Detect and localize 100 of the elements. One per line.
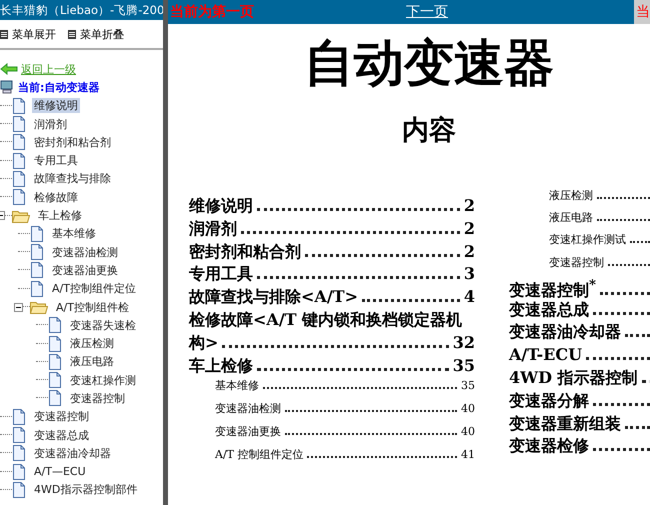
toc-entry-title: 专用工具 [189, 264, 253, 286]
page-number: 2 [464, 196, 475, 215]
document-icon [12, 134, 26, 150]
toc-entry-title: 变速器分解 [509, 390, 589, 412]
toc-entry-title: 车上检修 [189, 356, 253, 377]
dot-leader [593, 447, 650, 452]
dot-leader [625, 424, 650, 429]
dot-leader [597, 196, 650, 199]
toc-entry-title: 变速器总成 [509, 300, 589, 321]
document-icon [12, 482, 26, 498]
document-icon [12, 408, 26, 425]
dot-leader [593, 310, 650, 315]
dot-leader [586, 356, 650, 360]
document-icon [48, 354, 62, 370]
toc-entry-title: 构> [189, 332, 218, 354]
tree-item[interactable]: 变速器油检测 [50, 244, 120, 260]
tree-item[interactable]: 4WD指示器控制部件 [32, 482, 140, 498]
page-number: 2 [464, 218, 475, 238]
toc-entry-title: 变速器检修 [509, 436, 589, 458]
toc-entry-title: 变速器油更换 [215, 424, 281, 439]
tree-item[interactable]: A/T—ECU [32, 465, 88, 478]
toc-entry-title: 变速器控制$^{*}$ [509, 276, 596, 301]
toc-entry-title: 润滑剂 [189, 218, 237, 240]
tree-item[interactable]: 检修故障 [32, 190, 80, 205]
page-number: 35 [452, 356, 475, 375]
dot-leader [600, 291, 650, 296]
dot-leader [608, 262, 650, 266]
toc-entry-title: 变速器重新组装 [509, 414, 621, 435]
toc-entry-title: 检修故障<A/T 键内锁和换档锁定器机 [189, 310, 462, 331]
next-page-link[interactable]: 下一页 [406, 3, 448, 21]
document-icon [48, 317, 62, 334]
document-title: 自动变速器 [303, 32, 555, 94]
document-icon [30, 244, 44, 260]
expand-menu-button[interactable]: 菜单展开 [0, 26, 56, 42]
collapse-toggle[interactable] [14, 302, 23, 312]
toc-entry-title: 变速器油检测 [215, 401, 281, 416]
list-icon [68, 30, 76, 38]
tree-item[interactable]: 基本维修 [50, 226, 98, 242]
toc-entry-title: A/T 控制组件定位 [215, 446, 304, 462]
arrow-left-icon [0, 63, 18, 76]
toc-entry-title: 变速杠操作测试 [549, 232, 626, 248]
tree-item[interactable]: 变速器控制 [32, 409, 91, 424]
folder-icon [12, 208, 30, 223]
document-icon [12, 189, 26, 206]
dot-leader [630, 240, 650, 244]
tree-item[interactable]: 液压检测 [68, 336, 116, 352]
tree-item[interactable]: 变速杠操作测 [68, 372, 138, 388]
document-icon [30, 226, 44, 242]
toc-entry-title: 液压电路 [549, 210, 593, 226]
toc-entry-title: 变速器油冷却器 [509, 322, 621, 344]
toc-entry-title: 基本维修 [215, 378, 259, 394]
page-number: 40 [461, 402, 475, 416]
tree-item[interactable]: 密封剂和粘合剂 [32, 134, 113, 150]
dot-leader [597, 218, 650, 222]
page-number: 35 [461, 379, 475, 392]
page-number: 32 [452, 332, 475, 352]
back-link[interactable]: 返回上一级 [21, 62, 76, 77]
tree-item[interactable]: 维修说明 [32, 98, 80, 114]
page-number: 2 [464, 242, 475, 261]
toc-entry-title: 变速器控制 [549, 254, 604, 270]
toc-entry-title: 故障查找与排除<A/T> [189, 287, 358, 308]
document-icon [12, 116, 26, 132]
toc-entry-title: A/T-ECU [509, 345, 582, 364]
tree-item[interactable]: 专用工具 [32, 153, 80, 168]
tree-item[interactable]: 变速器油冷却器 [32, 446, 113, 461]
tree-item[interactable]: 变速器控制 [68, 390, 127, 406]
page-status: 当 [634, 0, 650, 24]
document-icon [12, 170, 26, 187]
dot-leader [625, 333, 650, 338]
toc-entry-title: 液压检测 [549, 188, 593, 203]
document-icon [30, 280, 44, 297]
current-section-label: 当前:自动变速器 [18, 80, 100, 95]
folder-icon [30, 300, 48, 314]
page-number: 41 [461, 448, 475, 461]
tree-item[interactable]: 变速器失速检 [68, 318, 138, 333]
page-number: 4 [464, 287, 475, 306]
document-icon [12, 464, 26, 480]
document-icon [12, 152, 26, 169]
document-icon [48, 336, 62, 352]
tree-item[interactable]: 润滑剂 [32, 116, 69, 132]
document-icon [48, 372, 62, 388]
dot-leader [593, 402, 650, 406]
computer-icon [0, 80, 14, 94]
tree-item[interactable]: 故障查找与排除 [32, 171, 113, 186]
tree-item[interactable]: 液压电路 [68, 354, 116, 370]
toc-entry-title: 4WD 指示器控制 [509, 368, 638, 389]
list-icon [0, 30, 8, 38]
toc-entry-title: 维修说明 [189, 196, 253, 217]
page-number: 40 [461, 424, 475, 438]
toc-entry-title: 密封剂和粘合剂 [189, 242, 301, 263]
tree-item[interactable]: A/T控制组件定位 [50, 281, 138, 296]
contents-heading: 内容 [401, 114, 457, 148]
document-icon [12, 98, 26, 114]
tree-item[interactable]: 车上检修 [36, 208, 84, 224]
tree-item[interactable]: 变速器油更换 [50, 262, 120, 278]
collapse-menu-button[interactable]: 菜单折叠 [68, 26, 124, 42]
document-icon [48, 390, 62, 406]
tree-item[interactable]: 变速器总成 [32, 428, 91, 443]
tree-item[interactable]: A/T控制组件检 [54, 300, 131, 314]
page-status: 当前为第一页 [170, 3, 255, 21]
